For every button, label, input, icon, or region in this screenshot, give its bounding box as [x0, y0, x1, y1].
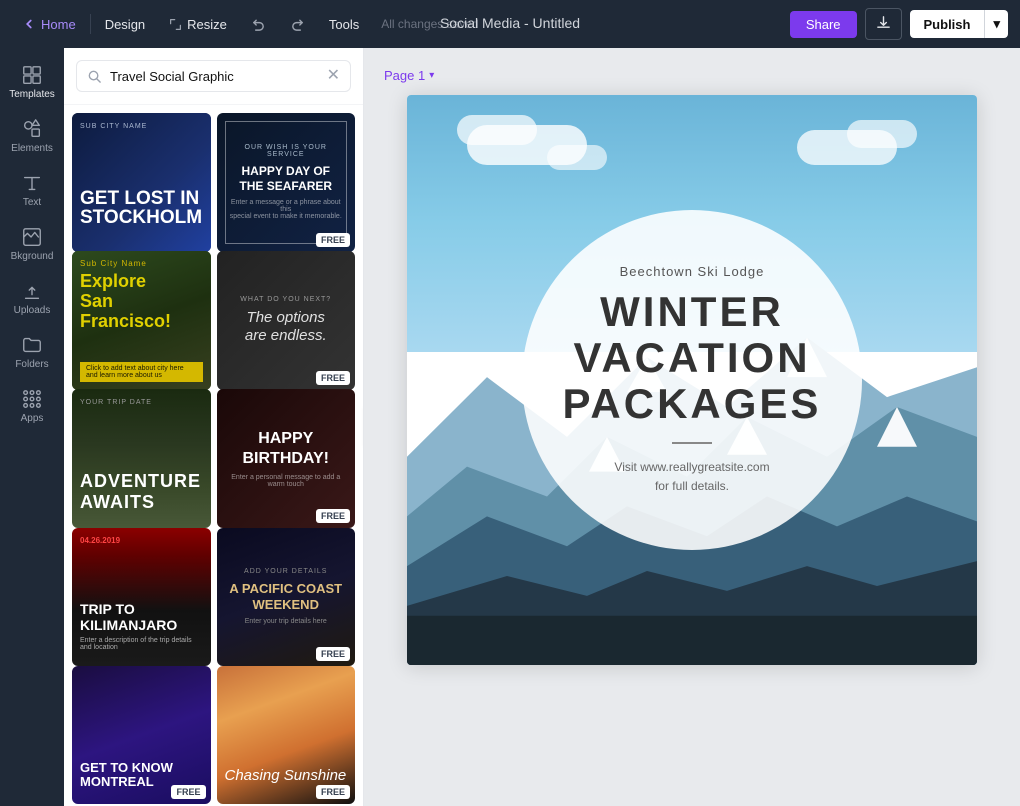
icon-nav: Templates Elements Text Bkground Uploads… — [0, 48, 64, 806]
folders-icon — [21, 334, 43, 356]
main-layout: Templates Elements Text Bkground Uploads… — [0, 48, 1020, 806]
templates-grid: Sub City Name GET LOST INSTOCKHOLM OUR W… — [64, 105, 363, 806]
template-card-stockholm[interactable]: Sub City Name GET LOST INSTOCKHOLM — [72, 113, 211, 252]
doc-title: Social Media - Untitled — [440, 15, 580, 33]
download-icon — [876, 15, 891, 30]
publish-button[interactable]: Publish ▾ — [910, 10, 1008, 38]
template-card-birthday[interactable]: HAPPYBIRTHDAY! Enter a personal message … — [217, 389, 356, 528]
undo-button[interactable] — [241, 12, 276, 37]
background-icon — [21, 226, 43, 248]
elements-icon — [21, 118, 43, 140]
cloud-2 — [457, 115, 537, 145]
sidebar-item-apps[interactable]: Apps — [4, 380, 60, 432]
free-badge-options: FREE — [316, 371, 350, 385]
canvas-divider — [672, 442, 712, 444]
template-card-kilimanjaro[interactable]: 04.26.2019 TRIP TOKILIMANJARO Enter a de… — [72, 528, 211, 667]
share-button[interactable]: Share — [790, 11, 857, 38]
search-input[interactable] — [110, 69, 319, 84]
uploads-icon — [21, 280, 43, 302]
templates-icon — [21, 64, 43, 86]
sidebar-item-elements[interactable]: Elements — [4, 110, 60, 162]
seafarer-inner: OUR WISH IS YOUR SERVICE HAPPY DAY OFTHE… — [225, 121, 348, 244]
free-badge-birthday: FREE — [316, 509, 350, 523]
template-card-sunshine[interactable]: Chasing Sunshine FREE — [217, 666, 356, 805]
free-badge-sunshine: FREE — [316, 785, 350, 799]
redo-icon — [290, 17, 305, 32]
cloud-5 — [847, 120, 917, 148]
page-dropdown-icon: ▾ — [429, 70, 434, 81]
free-badge-pacific: FREE — [316, 647, 350, 661]
search-input-wrap: ✕ — [76, 60, 351, 92]
home-button[interactable]: Home — [12, 12, 86, 37]
canvas-frame[interactable]: Beechtown Ski Lodge WINTERVACATIONPACKAG… — [407, 95, 977, 665]
free-badge-seafarer: FREE — [316, 233, 350, 247]
chevron-left-icon — [22, 17, 36, 31]
template-card-adventure[interactable]: Your Trip Date ADVENTUREAWAITS — [72, 389, 211, 528]
nav-actions: Share Publish ▾ — [790, 8, 1008, 40]
design-button[interactable]: Design — [95, 12, 155, 37]
top-nav: Home Design Resize Tools All changes sav… — [0, 0, 1020, 48]
template-card-sf[interactable]: Sub City Name ExploreSanFrancisco! Click… — [72, 251, 211, 390]
text-icon — [21, 172, 43, 194]
canvas-main-title: WINTERVACATIONPACKAGES — [563, 289, 822, 428]
sidebar-item-templates[interactable]: Templates — [4, 56, 60, 108]
search-clear-button[interactable]: ✕ — [327, 68, 340, 84]
canvas-circle-overlay: Beechtown Ski Lodge WINTERVACATIONPACKAG… — [522, 210, 862, 550]
search-bar: ✕ — [64, 48, 363, 105]
sidebar-item-uploads[interactable]: Uploads — [4, 272, 60, 324]
sidebar-item-text[interactable]: Text — [4, 164, 60, 216]
template-card-pacific[interactable]: Add Your Details A PACIFIC COASTWEEKEND … — [217, 528, 356, 667]
templates-panel: ✕ Sub City Name GET LOST INSTOCKHOLM OUR — [64, 48, 364, 806]
template-card-options[interactable]: What do you next? The optionsare endless… — [217, 251, 356, 390]
apps-icon — [21, 388, 43, 410]
page-label[interactable]: Page 1 ▾ — [384, 68, 434, 83]
download-button[interactable] — [865, 8, 902, 40]
redo-button[interactable] — [280, 12, 315, 37]
nav-divider — [90, 14, 91, 34]
template-card-seafarer[interactable]: OUR WISH IS YOUR SERVICE HAPPY DAY OFTHE… — [217, 113, 356, 252]
tools-button[interactable]: Tools — [319, 12, 369, 37]
sidebar-item-folders[interactable]: Folders — [4, 326, 60, 378]
search-icon — [87, 69, 102, 84]
resize-icon — [169, 18, 182, 31]
undo-icon — [251, 17, 266, 32]
lodge-name: Beechtown Ski Lodge — [620, 264, 765, 279]
resize-button[interactable]: Resize — [159, 12, 237, 37]
free-badge-montreal: FREE — [171, 785, 205, 799]
sidebar-item-background[interactable]: Bkground — [4, 218, 60, 270]
publish-dropdown-arrow[interactable]: ▾ — [984, 10, 1008, 38]
canvas-area: Page 1 ▾ — [364, 48, 1020, 806]
cloud-3 — [547, 145, 607, 170]
canvas-subtitle: Visit www.reallygreatsite.comfor full de… — [614, 458, 769, 496]
template-card-montreal[interactable]: GET TO KNOWMONTREAL FREE — [72, 666, 211, 805]
